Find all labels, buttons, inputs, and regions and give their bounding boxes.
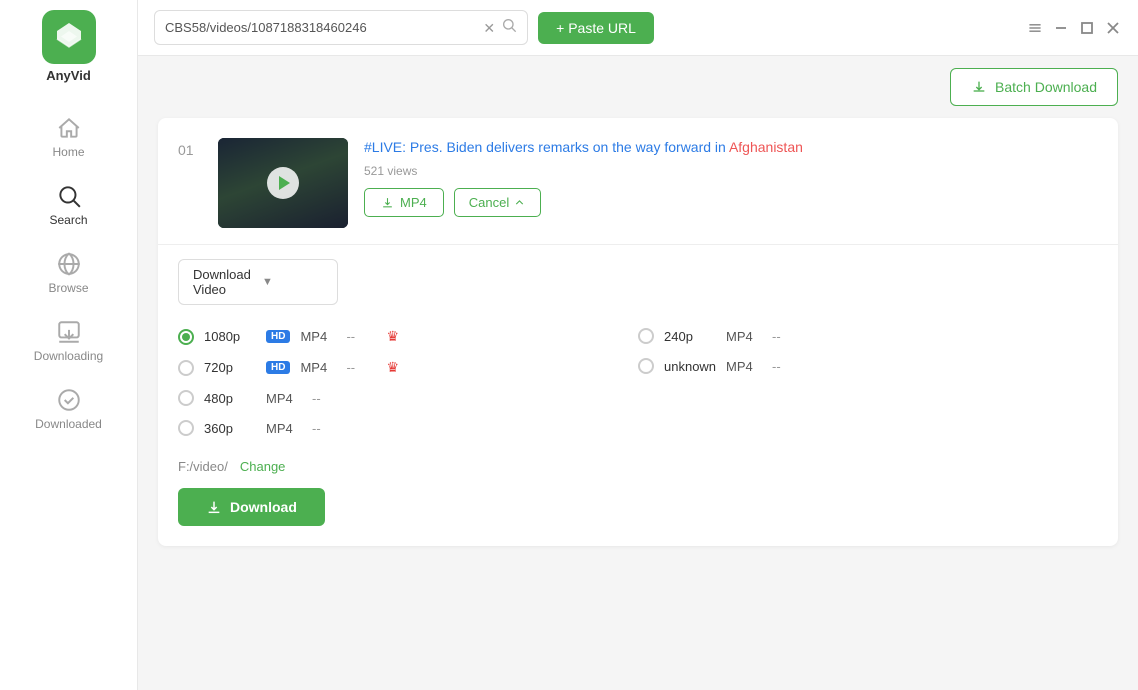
url-search-icon	[501, 17, 517, 38]
save-path-text: F:/video/	[178, 459, 228, 474]
radio-720p[interactable]	[178, 360, 194, 376]
quality-grid: 1080p HD MP4 -- ♛ 720p HD MP4 --	[178, 321, 1098, 443]
sidebar-nav: Home Search Browse D	[0, 103, 137, 439]
premium-icon-1080p: ♛	[386, 328, 399, 345]
url-clear-button[interactable]: ✕	[483, 21, 495, 35]
download-button[interactable]: Download	[178, 488, 325, 526]
cancel-button[interactable]: Cancel	[454, 188, 541, 217]
radio-480p[interactable]	[178, 390, 194, 406]
batch-download-icon	[971, 79, 987, 95]
batch-download-button[interactable]: Batch Download	[950, 68, 1118, 106]
home-icon	[56, 115, 82, 141]
separator	[158, 244, 1118, 245]
video-header: 01 #LIVE: Pres. Biden delivers remarks o…	[178, 138, 1098, 228]
url-bar: ✕	[154, 10, 528, 45]
video-title: #LIVE: Pres. Biden delivers remarks on t…	[364, 138, 1098, 158]
play-button[interactable]	[267, 167, 299, 199]
mp4-button[interactable]: MP4	[364, 188, 444, 217]
radio-1080p[interactable]	[178, 329, 194, 345]
download-type-dropdown[interactable]: Download Video ▼	[178, 259, 338, 305]
app-name: AnyVid	[46, 68, 91, 83]
content-area: 01 #LIVE: Pres. Biden delivers remarks o…	[138, 106, 1138, 690]
quality-row-240p[interactable]: 240p MP4 --	[638, 321, 1098, 351]
quality-column-right: 240p MP4 -- unknown MP4 --	[638, 321, 1098, 443]
video-thumbnail[interactable]	[218, 138, 348, 228]
app-logo	[42, 10, 96, 64]
premium-icon-720p: ♛	[386, 359, 399, 376]
sidebar-item-downloading[interactable]: Downloading	[0, 307, 137, 371]
downloading-icon	[56, 319, 82, 345]
paste-url-button[interactable]: + Paste URL	[538, 12, 654, 44]
sidebar-item-search-label: Search	[49, 213, 87, 227]
change-path-link[interactable]: Change	[240, 459, 286, 474]
sidebar-item-search[interactable]: Search	[0, 171, 137, 235]
quality-column-left: 1080p HD MP4 -- ♛ 720p HD MP4 --	[178, 321, 638, 443]
video-views: 521 views	[364, 164, 1098, 178]
quality-row-unknown[interactable]: unknown MP4 --	[638, 351, 1098, 381]
sidebar-item-downloaded-label: Downloaded	[35, 417, 102, 431]
url-input[interactable]	[165, 20, 477, 35]
sidebar-item-browse-label: Browse	[48, 281, 88, 295]
download-type-select: Download Video ▼	[178, 259, 1098, 305]
download-small-icon	[381, 196, 394, 209]
radio-240p[interactable]	[638, 328, 654, 344]
download-icon	[206, 499, 222, 515]
sidebar-item-home[interactable]: Home	[0, 103, 137, 167]
quality-row-1080p[interactable]: 1080p HD MP4 -- ♛	[178, 321, 638, 352]
video-info: #LIVE: Pres. Biden delivers remarks on t…	[364, 138, 1098, 217]
minimize-button[interactable]	[1052, 19, 1070, 37]
radio-360p[interactable]	[178, 420, 194, 436]
download-options: Download Video ▼ 1080p HD MP4	[178, 259, 1098, 526]
video-index: 01	[178, 138, 202, 158]
video-actions: MP4 Cancel	[364, 188, 1098, 217]
batch-download-area: Batch Download	[138, 56, 1138, 106]
quality-row-360p[interactable]: 360p MP4 --	[178, 413, 638, 443]
sidebar-item-browse[interactable]: Browse	[0, 239, 137, 303]
window-controls	[1026, 19, 1122, 37]
menu-button[interactable]	[1026, 19, 1044, 37]
batch-download-label: Batch Download	[995, 79, 1097, 95]
quality-row-720p[interactable]: 720p HD MP4 -- ♛	[178, 352, 638, 383]
dropdown-chevron-icon: ▼	[262, 276, 323, 288]
main-content: ✕ + Paste URL	[138, 0, 1138, 690]
sidebar: AnyVid Home Search Browse	[0, 0, 138, 690]
maximize-button[interactable]	[1078, 19, 1096, 37]
titlebar: ✕ + Paste URL	[138, 0, 1138, 56]
close-button[interactable]	[1104, 19, 1122, 37]
browse-icon	[56, 251, 82, 277]
radio-unknown[interactable]	[638, 358, 654, 374]
chevron-up-icon	[513, 196, 526, 209]
search-icon	[56, 183, 82, 209]
sidebar-item-downloading-label: Downloading	[34, 349, 103, 363]
downloaded-icon	[56, 387, 82, 413]
save-path: F:/video/ Change	[178, 459, 1098, 474]
quality-row-480p[interactable]: 480p MP4 --	[178, 383, 638, 413]
sidebar-item-downloaded[interactable]: Downloaded	[0, 375, 137, 439]
video-card: 01 #LIVE: Pres. Biden delivers remarks o…	[158, 118, 1118, 546]
sidebar-item-home-label: Home	[52, 145, 84, 159]
